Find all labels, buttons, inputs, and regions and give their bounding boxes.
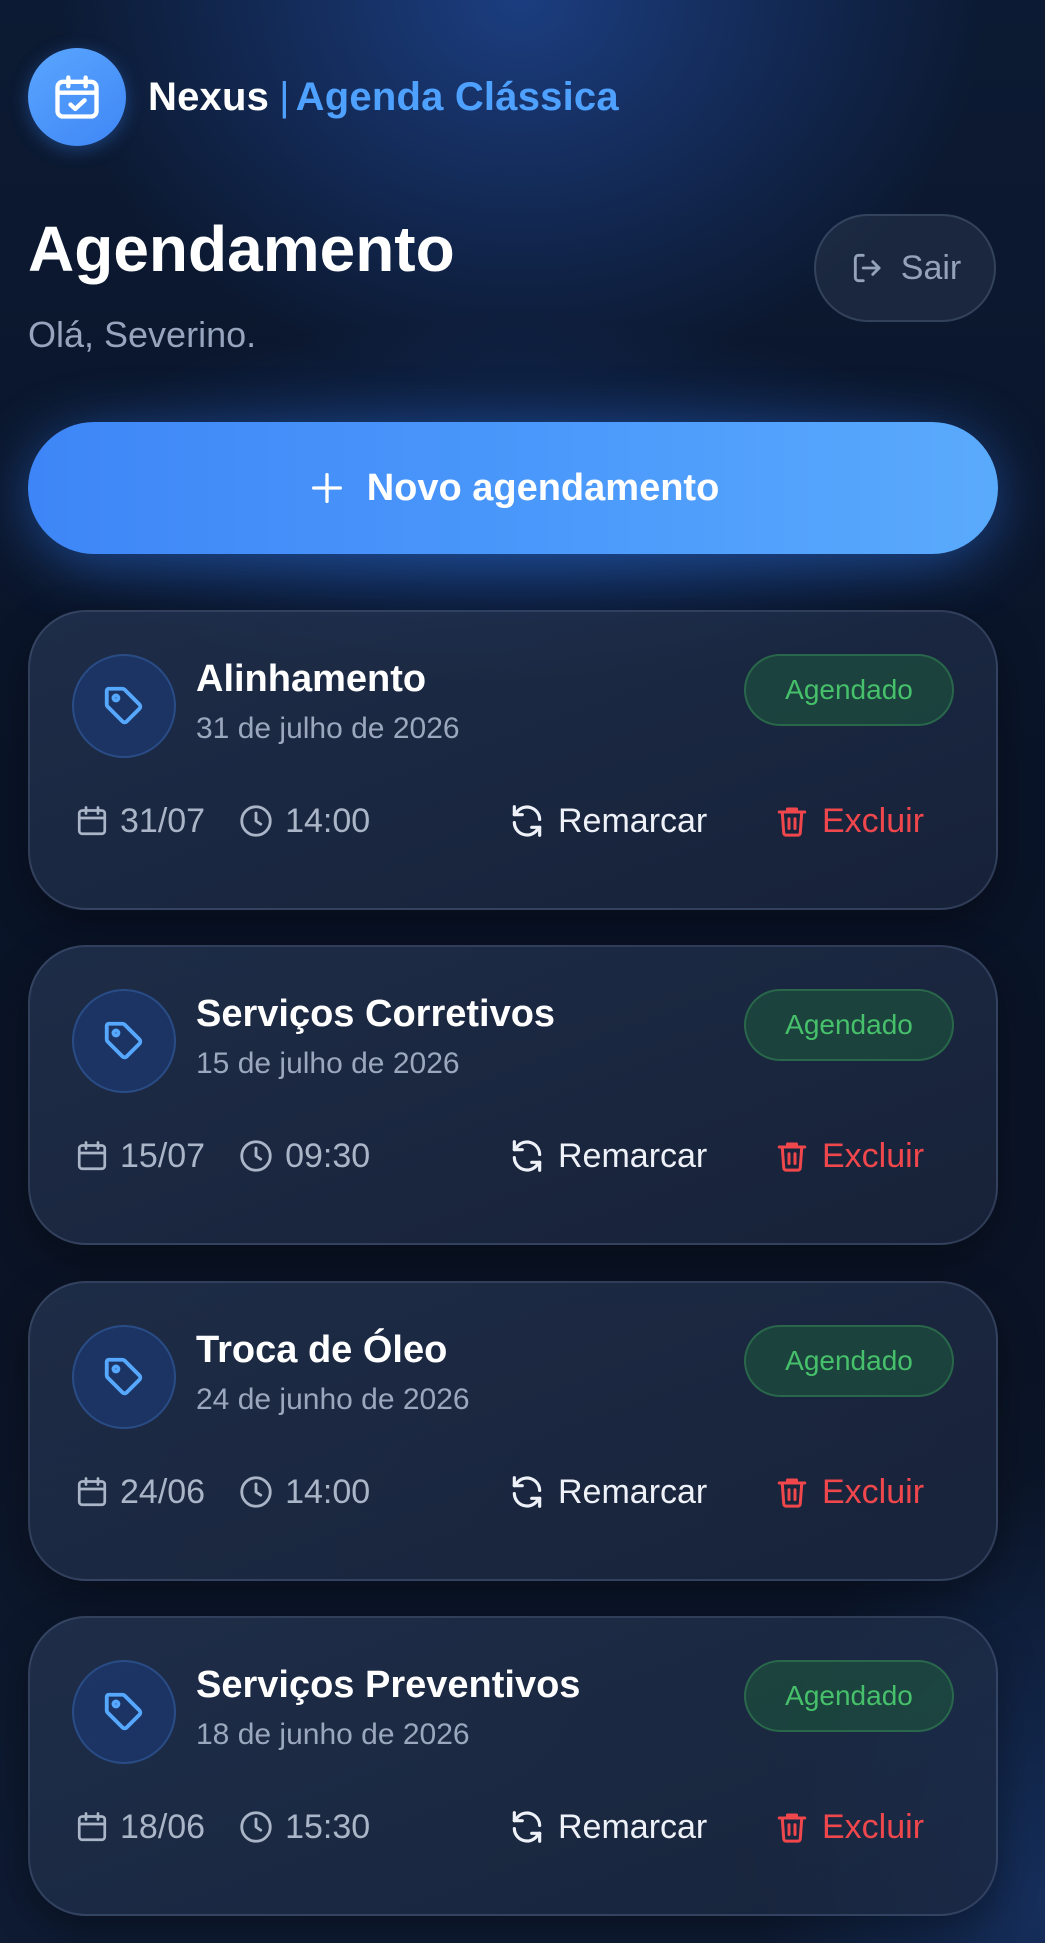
trash-icon [774, 1474, 810, 1510]
clock-icon [237, 1473, 275, 1511]
time-info: 09:30 [237, 1137, 370, 1176]
date-info: 15/07 [74, 1137, 205, 1176]
appointment-meta: 18/06 15:30 [74, 1802, 402, 1852]
delete-label: Excluir [822, 1472, 925, 1511]
reschedule-button[interactable]: Remarcar [508, 1802, 707, 1852]
plus-icon [307, 468, 347, 508]
clock-icon [237, 1137, 275, 1175]
appointment-date-long: 31 de julho de 2026 [196, 712, 460, 745]
appointment-date-long: 18 de junho de 2026 [196, 1718, 470, 1751]
time-info: 14:00 [237, 802, 370, 841]
appointment-card: Alinhamento 31 de julho de 2026 Agendado… [28, 610, 998, 910]
app-header: Nexus | Agenda Clássica [28, 48, 619, 146]
delete-label: Excluir [822, 1136, 925, 1175]
clock-icon [237, 802, 275, 840]
trash-icon [774, 803, 810, 839]
delete-button[interactable]: Excluir [774, 1802, 924, 1852]
appointment-meta: 15/07 09:30 [74, 1131, 402, 1181]
appointment-card: Serviços Preventivos 18 de junho de 2026… [28, 1616, 998, 1916]
reschedule-label: Remarcar [558, 1472, 708, 1511]
trash-icon [774, 1138, 810, 1174]
reschedule-label: Remarcar [558, 1136, 708, 1175]
calendar-icon [74, 1809, 110, 1845]
app-brand: Nexus | Agenda Clássica [148, 75, 619, 120]
brand-name: Nexus [148, 74, 270, 119]
appointment-card: Serviços Corretivos 15 de julho de 2026 … [28, 945, 998, 1245]
status-badge: Agendado [744, 989, 954, 1061]
tag-icon [72, 989, 176, 1093]
new-appointment-label: Novo agendamento [366, 466, 720, 509]
refresh-icon [508, 1473, 546, 1511]
page-title: Agendamento [28, 213, 455, 285]
greeting-text: Olá, Severino. [28, 314, 257, 355]
appointment-date-short: 18/06 [120, 1807, 206, 1846]
service-name: Alinhamento [196, 658, 427, 700]
appointment-meta: 31/07 14:00 [74, 796, 402, 846]
logout-button[interactable]: Sair [814, 214, 996, 322]
appointment-card: Troca de Óleo 24 de junho de 2026 Agenda… [28, 1281, 998, 1581]
appointment-time: 14:00 [285, 801, 371, 840]
delete-label: Excluir [822, 801, 925, 840]
service-name: Serviços Corretivos [196, 993, 556, 1035]
reschedule-button[interactable]: Remarcar [508, 1467, 707, 1517]
refresh-icon [508, 1137, 546, 1175]
trash-icon [774, 1809, 810, 1845]
refresh-icon [508, 802, 546, 840]
service-name: Serviços Preventivos [196, 1664, 581, 1706]
reschedule-label: Remarcar [558, 1807, 708, 1846]
service-name: Troca de Óleo [196, 1329, 448, 1371]
brand-separator: | [279, 74, 290, 119]
reschedule-label: Remarcar [558, 801, 708, 840]
brand-subtitle: Agenda Clássica [295, 74, 619, 119]
status-badge: Agendado [744, 654, 954, 726]
appointment-date-short: 24/06 [120, 1472, 206, 1511]
appointment-date-long: 24 de junho de 2026 [196, 1383, 470, 1416]
appointment-time: 09:30 [285, 1136, 371, 1175]
status-badge: Agendado [744, 1325, 954, 1397]
new-appointment-button[interactable]: Novo agendamento [28, 422, 998, 554]
appointment-time: 15:30 [285, 1807, 371, 1846]
reschedule-button[interactable]: Remarcar [508, 1131, 707, 1181]
date-info: 18/06 [74, 1808, 205, 1847]
delete-button[interactable]: Excluir [774, 796, 924, 846]
clock-icon [237, 1808, 275, 1846]
status-badge: Agendado [744, 1660, 954, 1732]
page: Nexus | Agenda Clássica Agendamento Olá, S… [0, 0, 1045, 1943]
date-info: 24/06 [74, 1473, 205, 1512]
appointment-date-long: 15 de julho de 2026 [196, 1047, 460, 1080]
tag-icon [72, 1325, 176, 1429]
delete-button[interactable]: Excluir [774, 1131, 924, 1181]
time-info: 14:00 [237, 1473, 370, 1512]
tag-icon [72, 1660, 176, 1764]
calendar-icon [74, 1138, 110, 1174]
logout-label: Sair [900, 248, 962, 287]
tag-icon [72, 654, 176, 758]
delete-button[interactable]: Excluir [774, 1467, 924, 1517]
date-info: 31/07 [74, 802, 205, 841]
appointment-date-short: 15/07 [120, 1136, 206, 1175]
calendar-check-icon [28, 48, 126, 146]
logout-icon [849, 249, 887, 287]
time-info: 15:30 [237, 1808, 370, 1847]
appointment-time: 14:00 [285, 1472, 371, 1511]
refresh-icon [508, 1808, 546, 1846]
calendar-icon [74, 803, 110, 839]
calendar-icon [74, 1474, 110, 1510]
reschedule-button[interactable]: Remarcar [508, 796, 707, 846]
appointment-meta: 24/06 14:00 [74, 1467, 402, 1517]
delete-label: Excluir [822, 1807, 925, 1846]
appointment-date-short: 31/07 [120, 801, 206, 840]
